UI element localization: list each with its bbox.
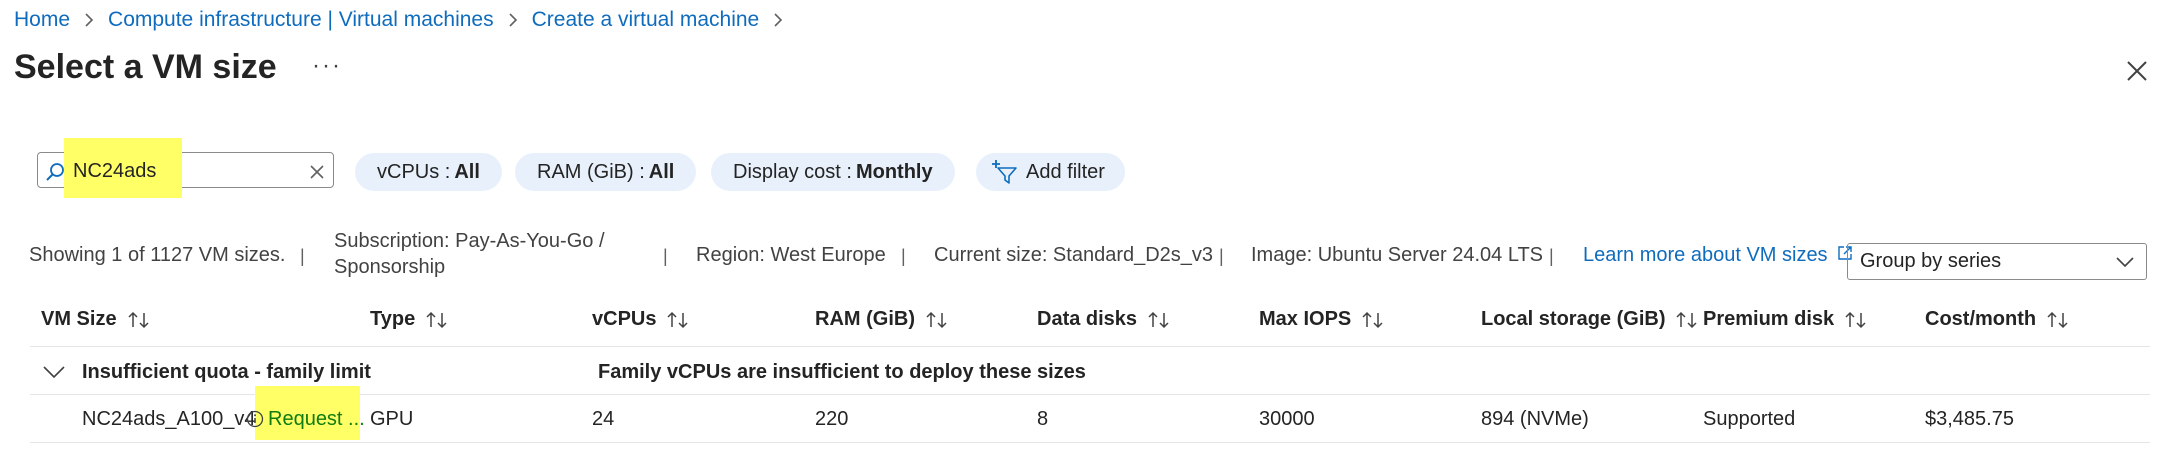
sort-icon: [127, 310, 151, 330]
filter-vcpus[interactable]: vCPUs : All: [355, 153, 502, 191]
row-vcpus: 24: [592, 408, 615, 430]
row-data-disks: 8: [1037, 408, 1049, 430]
divider: [30, 442, 2150, 443]
breadcrumb: Home Compute infrastructure | Virtual ma…: [14, 8, 797, 32]
subscription-line-1: Subscription: Pay-As-You-Go /: [334, 230, 605, 252]
image-info: Image: Ubuntu Server 24.04 LTS: [1251, 244, 1544, 266]
filter-label: vCPUs :: [377, 160, 451, 183]
column-header-type[interactable]: Type: [370, 308, 449, 331]
sort-icon: [925, 310, 949, 330]
close-icon: [310, 165, 324, 179]
filter-ram[interactable]: RAM (GiB) : All: [515, 153, 697, 191]
region: Region: West Europe: [696, 244, 886, 266]
info-icon[interactable]: [246, 410, 264, 428]
row-max-iops: 30000: [1259, 408, 1315, 430]
subscription-line-2: Sponsorship: [334, 256, 446, 278]
column-header-local-storage[interactable]: Local storage (GiB): [1481, 308, 1699, 331]
column-header-vm-size[interactable]: VM Size: [41, 308, 151, 331]
more-options-button[interactable]: ···: [312, 52, 342, 80]
chevron-down-icon: [43, 366, 65, 379]
column-header-ram[interactable]: RAM (GiB): [815, 308, 949, 331]
separator: |: [1549, 246, 1554, 266]
separator: |: [300, 246, 305, 266]
column-header-premium-disk[interactable]: Premium disk: [1703, 308, 1868, 331]
filter-label: RAM (GiB) :: [537, 160, 645, 183]
filter-display-cost[interactable]: Display cost : Monthly: [711, 153, 955, 191]
separator: |: [663, 246, 668, 266]
column-label: RAM (GiB): [815, 308, 915, 330]
sort-icon: [1675, 310, 1699, 330]
current-size: Current size: Standard_D2s_v3: [934, 244, 1214, 266]
sort-icon: [1844, 310, 1868, 330]
learn-more-label: Learn more about VM sizes: [1583, 244, 1828, 266]
collapse-group-button[interactable]: [40, 358, 68, 386]
sort-icon: [425, 310, 449, 330]
search-input[interactable]: [73, 160, 293, 183]
filter-value: All: [648, 160, 675, 183]
chevron-right-icon: [773, 12, 783, 28]
breadcrumb-home[interactable]: Home: [14, 8, 70, 32]
row-ram: 220: [815, 408, 849, 430]
group-by-value: Group by series: [1860, 250, 2002, 272]
column-header-vcpus[interactable]: vCPUs: [592, 308, 690, 331]
page-title: Select a VM size: [14, 48, 277, 86]
column-label: VM Size: [41, 308, 117, 330]
sort-icon: [2046, 310, 2070, 330]
clear-search-button[interactable]: [306, 161, 328, 183]
column-label: Premium disk: [1703, 308, 1835, 330]
column-label: vCPUs: [592, 308, 657, 330]
column-label: Data disks: [1037, 308, 1138, 330]
group-label: Insufficient quota - family limit: [82, 361, 371, 383]
column-label: Max IOPS: [1259, 308, 1352, 330]
chevron-down-icon: [2114, 252, 2136, 278]
add-filter-label: Add filter: [1026, 160, 1105, 183]
add-filter-icon: [990, 159, 1018, 185]
divider: [30, 346, 2150, 347]
results-count: Showing 1 of 1127 VM sizes.: [29, 244, 286, 266]
sort-icon: [666, 310, 690, 330]
chevron-right-icon: [84, 12, 94, 28]
filter-value: Monthly: [855, 160, 933, 183]
sort-icon: [1147, 310, 1171, 330]
breadcrumb-virtual-machines[interactable]: Compute infrastructure | Virtual machine…: [108, 8, 494, 32]
row-premium-disk: Supported: [1703, 408, 1796, 430]
add-filter-button[interactable]: Add filter: [976, 153, 1125, 191]
column-header-max-iops[interactable]: Max IOPS: [1259, 308, 1385, 331]
request-quota-link[interactable]: Request ...: [268, 408, 365, 431]
column-label: Local storage (GiB): [1481, 308, 1666, 330]
group-message: Family vCPUs are insufficient to deploy …: [598, 361, 1086, 383]
breadcrumb-create-vm[interactable]: Create a virtual machine: [532, 8, 760, 32]
close-button[interactable]: [2122, 56, 2152, 86]
group-by-dropdown[interactable]: Group by series: [1847, 243, 2147, 280]
row-cost: $3,485.75: [1925, 408, 2014, 430]
row-vm-size: NC24ads_A100_v4: [82, 408, 256, 430]
column-header-cost[interactable]: Cost/month: [1925, 308, 2070, 331]
row-type: GPU: [370, 408, 414, 430]
row-local-storage: 894 (NVMe): [1481, 408, 1589, 430]
separator: |: [901, 246, 906, 266]
column-label: Type: [370, 308, 416, 330]
filter-label: Display cost :: [733, 160, 852, 183]
chevron-right-icon: [508, 12, 518, 28]
close-icon: [2127, 61, 2147, 81]
search-icon: [44, 161, 66, 183]
filter-value: All: [454, 160, 480, 183]
column-header-data-disks[interactable]: Data disks: [1037, 308, 1171, 331]
sort-icon: [1361, 310, 1385, 330]
column-label: Cost/month: [1925, 308, 2037, 330]
separator: |: [1219, 246, 1224, 266]
learn-more-link[interactable]: Learn more about VM sizes: [1583, 244, 1853, 267]
